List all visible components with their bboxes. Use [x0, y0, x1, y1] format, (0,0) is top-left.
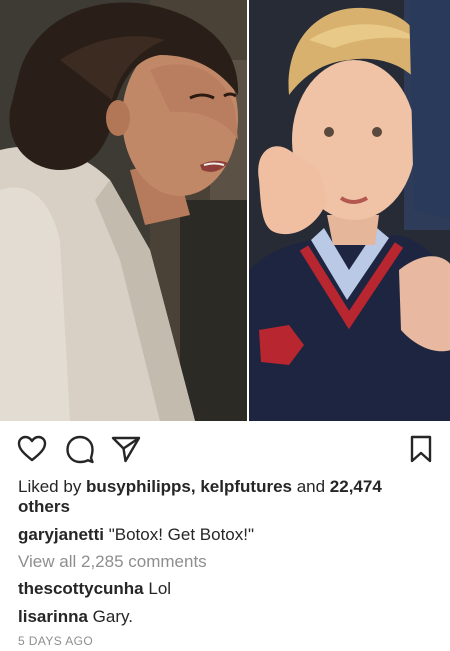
view-all-comments-link[interactable]: View all 2,285 comments — [18, 551, 207, 573]
post-photo[interactable] — [0, 0, 450, 421]
likes-separator: , — [190, 477, 201, 496]
caption-username[interactable]: garyjanetti — [18, 525, 104, 544]
photo-right-boy-whispering — [248, 0, 450, 421]
comment-text: Lol — [143, 579, 172, 598]
post-actions-bar — [0, 421, 450, 477]
post-caption: garyjanetti "Botox! Get Botox!" — [18, 524, 254, 546]
comment-username[interactable]: thescottycunha — [18, 579, 144, 598]
likes-prefix: Liked by — [18, 477, 87, 496]
boy-illustration — [248, 0, 450, 421]
liker-username-1[interactable]: busyphilipps — [86, 477, 191, 496]
caption-text: "Botox! Get Botox!" — [103, 525, 255, 544]
heart-icon[interactable] — [16, 433, 48, 465]
likes-and: and — [291, 477, 330, 496]
comment-username[interactable]: lisarinna — [18, 607, 88, 626]
liker-username-2[interactable]: kelpfutures — [200, 477, 292, 496]
bookmark-icon[interactable] — [405, 433, 437, 465]
comment-bubble-icon[interactable] — [64, 433, 96, 465]
comment-item: thescottycunha Lol — [18, 578, 171, 600]
likes-summary[interactable]: Liked by busyphilipps, kelpfutures and 2… — [18, 477, 418, 517]
post-timestamp: 5 DAYS AGO — [18, 634, 94, 648]
comment-text: Gary. — [87, 607, 133, 626]
photo-left-woman-smiling — [0, 0, 247, 421]
woman-illustration — [0, 0, 247, 421]
paper-plane-icon[interactable] — [110, 433, 142, 465]
comment-item: lisarinna Gary. — [18, 606, 133, 628]
